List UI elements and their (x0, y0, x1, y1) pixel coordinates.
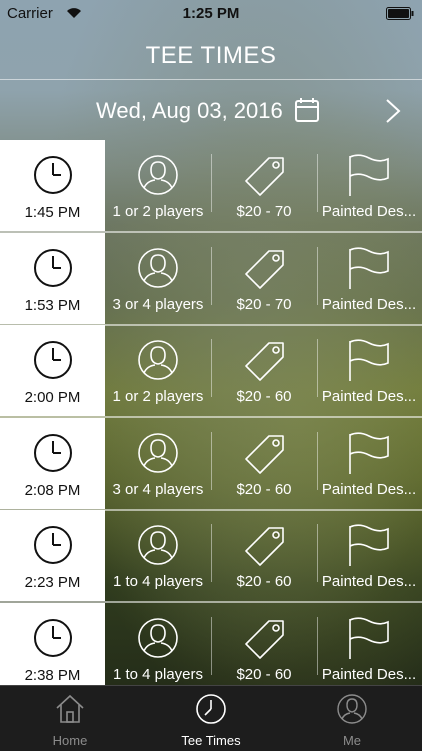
course-cell: Painted Des... (316, 510, 422, 601)
price-label: $20 - 60 (236, 480, 292, 498)
tab-label: Me (342, 733, 362, 748)
course-cell: Painted Des... (316, 603, 422, 694)
selected-date[interactable]: Wed, Aug 03, 2016 (96, 98, 283, 124)
price-tag-icon (245, 434, 284, 474)
course-label: Painted Des... (321, 665, 417, 683)
time-cell: 1:45 PM (0, 140, 105, 231)
status-time: 1:25 PM (182, 5, 240, 22)
status-bar: Carrier 1:25 PM (0, 0, 422, 28)
price-label: $20 - 70 (236, 203, 292, 220)
price-label: $20 - 60 (236, 665, 292, 683)
price-tag-icon (245, 342, 284, 381)
flag-icon (349, 524, 389, 566)
tee-time-row[interactable]: 2:08 PM 3 or 4 players $20 - 60 Painted … (0, 417, 422, 511)
price-tag-icon (245, 619, 284, 659)
flag-icon (349, 431, 389, 474)
time-cell: 2:23 PM (0, 510, 105, 601)
tab-bar: Home Tee Times Me (0, 685, 422, 751)
players-label: 1 or 2 players (112, 203, 204, 220)
tab-label: Home (52, 733, 88, 748)
players-cell: 1 or 2 players (105, 325, 211, 416)
tee-time-row[interactable]: 2:23 PM 1 to 4 players $20 - 60 Painted … (0, 510, 422, 603)
players-label: 1 to 4 players (112, 665, 204, 683)
person-icon (337, 694, 367, 724)
players-label: 3 or 4 players (112, 480, 204, 498)
person-icon (138, 432, 178, 473)
players-label: 3 or 4 players (112, 295, 204, 313)
clock-icon (34, 248, 72, 287)
time-cell: 2:00 PM (0, 325, 105, 416)
flag-icon (349, 616, 389, 659)
clock-icon (196, 694, 226, 724)
price-tag-icon (245, 527, 284, 566)
price-cell: $20 - 60 (211, 325, 317, 416)
time-cell: 2:08 PM (0, 417, 105, 509)
course-label: Painted Des... (321, 295, 417, 313)
time-cell: 2:38 PM (0, 602, 105, 694)
tee-time-row[interactable]: 1:53 PM 3 or 4 players $20 - 70 Painted … (0, 232, 422, 326)
tee-time-row[interactable]: 2:38 PM 1 to 4 players $20 - 60 Painted … (0, 602, 422, 696)
tee-time-label: 2:08 PM (24, 481, 81, 499)
time-cell: 1:53 PM (0, 232, 105, 324)
clock-icon (34, 156, 72, 194)
home-icon (56, 694, 84, 723)
players-cell: 1 or 2 players (105, 140, 211, 231)
tee-time-row[interactable]: 2:00 PM 1 or 2 players $20 - 60 Painted … (0, 325, 422, 418)
clock-icon (34, 618, 72, 657)
person-icon (138, 247, 178, 288)
price-cell: $20 - 60 (211, 418, 317, 509)
players-cell: 1 to 4 players (105, 603, 211, 694)
tab-tee-times[interactable]: Tee Times (141, 686, 281, 751)
price-label: $20 - 60 (236, 573, 292, 590)
tab-home[interactable]: Home (0, 686, 140, 751)
clock-icon (34, 526, 72, 564)
players-cell: 3 or 4 players (105, 233, 211, 324)
flag-icon (349, 154, 389, 196)
flag-icon (349, 246, 389, 289)
tee-time-label: 1:45 PM (24, 204, 81, 221)
players-cell: 1 to 4 players (105, 510, 211, 601)
person-icon (138, 155, 178, 195)
price-label: $20 - 70 (236, 295, 292, 313)
price-tag-icon (245, 249, 284, 289)
clock-icon (34, 341, 72, 379)
calendar-icon[interactable] (294, 97, 320, 123)
price-cell: $20 - 70 (211, 233, 317, 324)
course-cell: Painted Des... (316, 233, 422, 324)
person-icon (138, 525, 178, 565)
price-label: $20 - 60 (236, 388, 292, 405)
tee-time-label: 1:53 PM (24, 296, 81, 314)
price-cell: $20 - 60 (211, 603, 317, 694)
players-cell: 3 or 4 players (105, 418, 211, 509)
players-label: 1 to 4 players (112, 573, 204, 590)
tee-time-label: 2:38 PM (24, 666, 81, 684)
person-icon (138, 617, 178, 658)
page-title: TEE TIMES (145, 42, 277, 69)
date-bar[interactable]: Wed, Aug 03, 2016 (0, 80, 422, 140)
course-label: Painted Des... (321, 573, 417, 590)
course-cell: Painted Des... (316, 418, 422, 509)
tab-me[interactable]: Me (282, 686, 422, 751)
battery-icon (386, 7, 414, 20)
person-icon (138, 340, 178, 380)
price-tag-icon (245, 157, 284, 196)
price-cell: $20 - 70 (211, 140, 317, 231)
clock-icon (34, 433, 72, 472)
course-label: Painted Des... (321, 203, 417, 220)
tee-time-row[interactable]: 1:45 PM 1 or 2 players $20 - 70 Painted … (0, 140, 422, 233)
course-cell: Painted Des... (316, 140, 422, 231)
price-cell: $20 - 60 (211, 510, 317, 601)
course-label: Painted Des... (321, 388, 417, 405)
course-cell: Painted Des... (316, 325, 422, 416)
flag-icon (349, 339, 389, 381)
tab-label: Tee Times (181, 733, 241, 748)
course-label: Painted Des... (321, 480, 417, 498)
chevron-right-icon[interactable] (384, 97, 402, 125)
tee-time-label: 2:00 PM (24, 389, 81, 406)
players-label: 1 or 2 players (112, 388, 204, 405)
tee-time-label: 2:23 PM (24, 574, 81, 591)
